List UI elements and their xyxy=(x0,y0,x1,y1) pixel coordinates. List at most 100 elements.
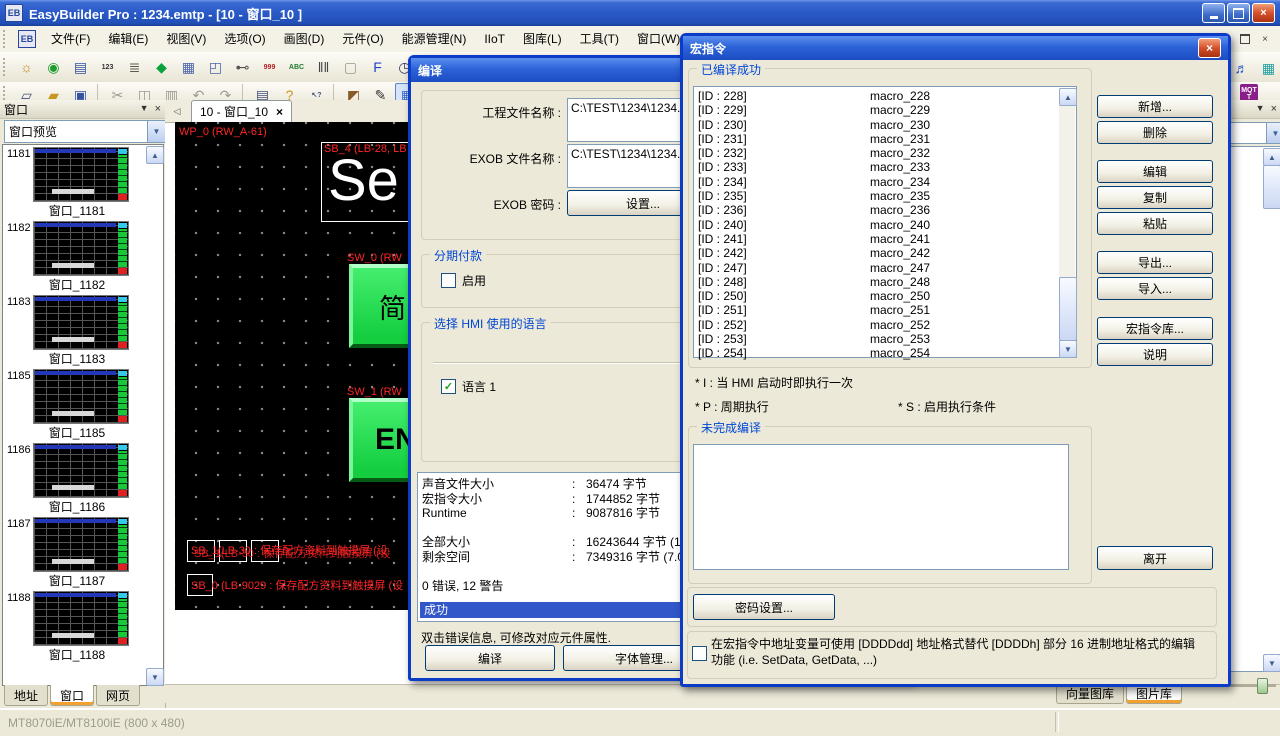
scroll-down-button[interactable]: ▼ xyxy=(1263,654,1279,670)
new-button[interactable]: 新增... xyxy=(1097,95,1213,118)
scroll-up-button[interactable]: ▲ xyxy=(1059,88,1075,104)
window-thumbnail[interactable] xyxy=(33,443,129,498)
traffic-light-icon[interactable]: ◉ xyxy=(41,55,66,79)
window-preview-item[interactable]: 1181 窗口_1181 xyxy=(3,145,145,219)
macro-dialog-titlebar[interactable]: 宏指令 × xyxy=(683,36,1228,60)
slider-knob[interactable] xyxy=(1257,678,1268,694)
macro-list-row[interactable]: [ID : 252]macro_252 xyxy=(694,318,1056,332)
panel-close-icon[interactable]: × xyxy=(155,103,161,115)
ascii-display-icon[interactable]: ABC xyxy=(284,55,309,79)
macro-list-row[interactable]: [ID : 248]macro_248 xyxy=(694,275,1056,289)
password-settings-button[interactable]: 密码设置... xyxy=(693,594,835,620)
menu-item[interactable]: 编辑(E) xyxy=(99,32,157,46)
language-checkbox[interactable]: ✓ xyxy=(441,379,456,394)
macro-list-row[interactable]: [ID : 228]macro_228 xyxy=(694,89,1056,103)
chevron-down-icon[interactable]: ▼ xyxy=(147,121,165,142)
package-icon[interactable]: ◆ xyxy=(149,55,174,79)
menu-item[interactable]: 能源管理(N) xyxy=(393,32,476,46)
dialog-close-button[interactable]: × xyxy=(1198,38,1221,58)
menu-item[interactable]: IIoT xyxy=(475,32,514,46)
switch-icon[interactable]: ⊷ xyxy=(230,55,255,79)
numeric-window-icon[interactable]: 123 xyxy=(95,55,120,79)
enable-checkbox[interactable] xyxy=(441,273,456,288)
document-tab[interactable]: 10 - 窗口_10 × xyxy=(191,100,292,122)
minimize-button[interactable] xyxy=(1202,3,1225,23)
window-preview-item[interactable]: 1186 窗口_1186 xyxy=(3,441,145,515)
media-icon[interactable]: ▦ xyxy=(1256,56,1280,80)
menu-item[interactable]: 视图(V) xyxy=(157,32,215,46)
macro-list-row[interactable]: [ID : 240]macro_240 xyxy=(694,218,1056,232)
hmi-window-icon[interactable]: ▤ xyxy=(68,55,93,79)
import-button[interactable]: 导入... xyxy=(1097,277,1213,300)
window-preview-item[interactable]: 1182 窗口_1182 xyxy=(3,219,145,293)
sidebar-tab[interactable]: 地址 xyxy=(4,685,48,706)
close-button[interactable]: × xyxy=(1252,3,1275,23)
window-thumbnail[interactable] xyxy=(33,369,129,424)
macro-list-row[interactable]: [ID : 234]macro_234 xyxy=(694,175,1056,189)
export-button[interactable]: 导出... xyxy=(1097,251,1213,274)
menu-item[interactable]: 文件(F) xyxy=(42,32,99,46)
scroll-thumb[interactable] xyxy=(1059,277,1075,339)
frame-icon[interactable]: ▢ xyxy=(338,55,363,79)
macro-list-row[interactable]: [ID : 236]macro_236 xyxy=(694,203,1056,217)
macro-list[interactable]: [ID : 228]macro_228 [ID : 229]macro_229 … xyxy=(693,86,1077,358)
compile-button[interactable]: 编译 xyxy=(425,645,555,671)
panel-menu-icon[interactable]: ▼ xyxy=(1256,103,1265,115)
macro-list-row[interactable]: [ID : 242]macro_242 xyxy=(694,246,1056,260)
screen-text-icon[interactable]: ◰ xyxy=(203,55,228,79)
macro-list-row[interactable]: [ID : 250]macro_250 xyxy=(694,289,1056,303)
macro-list-row[interactable]: [ID : 231]macro_231 xyxy=(694,132,1056,146)
preview-mode-select[interactable]: 窗口预览 ▼ xyxy=(4,120,166,143)
language-checkbox-row[interactable]: ✓ 语言 1 xyxy=(441,378,496,395)
scroll-up-button[interactable]: ▲ xyxy=(146,146,162,162)
menu-item[interactable]: 画图(D) xyxy=(275,32,334,46)
pending-list[interactable] xyxy=(693,444,1069,570)
barcode-icon[interactable]: ‖‖ xyxy=(311,55,336,79)
macro-list-row[interactable]: [ID : 241]macro_241 xyxy=(694,232,1056,246)
menu-item[interactable]: 选项(O) xyxy=(215,32,274,46)
window-thumbnail[interactable] xyxy=(33,221,129,276)
scroll-down-button[interactable]: ▼ xyxy=(146,668,162,684)
chevron-down-icon[interactable]: ▼ xyxy=(1266,123,1280,143)
macro-list-row[interactable]: [ID : 230]macro_230 xyxy=(694,118,1056,132)
sidebar-tab[interactable]: 网页 xyxy=(96,685,140,706)
help-button[interactable]: 说明 xyxy=(1097,343,1213,366)
macro-list-row[interactable]: [ID : 229]macro_229 xyxy=(694,103,1056,117)
window-preview-item[interactable]: 1187 窗口_1187 xyxy=(3,515,145,589)
sound-icon[interactable]: ♬ xyxy=(1229,56,1254,80)
macro-library-button[interactable]: 宏指令库... xyxy=(1097,317,1213,340)
scroll-thumb[interactable] xyxy=(1263,165,1279,207)
window-preview-item[interactable]: 1183 窗口_1183 xyxy=(3,293,145,367)
paste-button[interactable]: 粘贴 xyxy=(1097,212,1213,235)
bulb-icon[interactable]: ☼ xyxy=(14,55,39,79)
window-preview-item[interactable]: 1185 窗口_1185 xyxy=(3,367,145,441)
copy-button[interactable]: 复制 xyxy=(1097,186,1213,209)
restore-button[interactable] xyxy=(1227,3,1250,23)
macro-list-row[interactable]: [ID : 233]macro_233 xyxy=(694,160,1056,174)
function-key-icon[interactable]: F xyxy=(365,55,390,79)
enable-checkbox-row[interactable]: 启用 xyxy=(441,272,486,289)
screen-pointer-icon[interactable]: ▦ xyxy=(176,55,201,79)
panel-menu-icon[interactable]: ▼ xyxy=(140,103,149,115)
macro-list-row[interactable]: [ID : 235]macro_235 xyxy=(694,189,1056,203)
address-format-checkbox[interactable] xyxy=(692,646,707,661)
delete-button[interactable]: 删除 xyxy=(1097,121,1213,144)
scroll-up-button[interactable]: ▲ xyxy=(1263,148,1279,164)
mdi-close-icon[interactable]: × xyxy=(1258,33,1272,46)
window-thumbnail[interactable] xyxy=(33,591,129,646)
tab-close-icon[interactable]: × xyxy=(276,105,283,119)
window-preview-item[interactable]: 1188 窗口_1188 xyxy=(3,589,145,663)
macro-list-row[interactable]: [ID : 254]macro_254 xyxy=(694,346,1056,360)
scroll-down-button[interactable]: ▼ xyxy=(1059,340,1075,356)
sidebar-tab[interactable]: 窗口 xyxy=(50,685,94,706)
exit-button[interactable]: 离开 xyxy=(1097,546,1213,570)
macro-list-row[interactable]: [ID : 232]macro_232 xyxy=(694,146,1056,160)
macro-list-row[interactable]: [ID : 247]macro_247 xyxy=(694,261,1056,275)
mdi-restore-icon[interactable] xyxy=(1238,33,1252,46)
window-thumbnail[interactable] xyxy=(33,147,129,202)
menu-item[interactable]: 图库(L) xyxy=(514,32,571,46)
menu-item[interactable]: 元件(O) xyxy=(333,32,392,46)
library-select[interactable]: ▼ xyxy=(1228,122,1280,144)
edit-button[interactable]: 编辑 xyxy=(1097,160,1213,183)
panel-close-icon[interactable]: × xyxy=(1271,103,1277,115)
